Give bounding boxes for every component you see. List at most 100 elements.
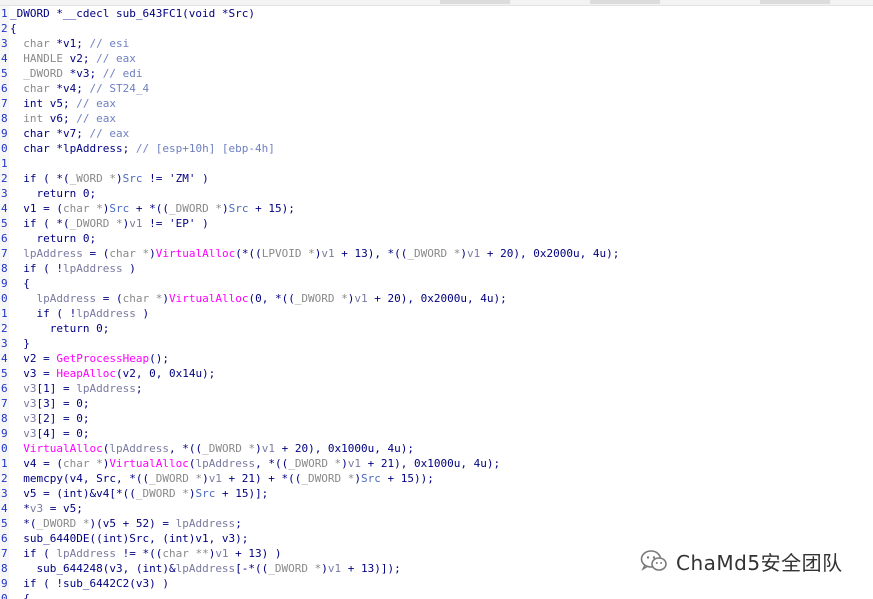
- code-token: lpAddress: [175, 517, 236, 530]
- code-token: lpAddress: [76, 307, 136, 320]
- code-line[interactable]: 0 char *lpAddress; // [esp+10h] [ebp-4h]: [0, 141, 873, 156]
- code-token: + 15)];: [215, 487, 269, 500]
- code-line[interactable]: 3 char *v1; // esi: [0, 36, 873, 51]
- code-line[interactable]: 1 v4 = (char *)VirtualAlloc(lpAddress, *…: [0, 456, 873, 471]
- code-text: if ( !lpAddress ): [10, 306, 149, 321]
- code-token: Src: [361, 472, 381, 485]
- watermark: ChaMd5安全团队: [640, 545, 843, 577]
- code-line[interactable]: 5 v3 = HeapAlloc(v2, 0, 0x14u);: [0, 366, 873, 381]
- code-text: _DWORD *__cdecl sub_643FC1(void *Src): [10, 6, 255, 21]
- code-line[interactable]: 6 char *v4; // ST24_4: [0, 81, 873, 96]
- code-token: v6;: [43, 112, 77, 125]
- code-line[interactable]: 2 return 0;: [0, 321, 873, 336]
- code-line[interactable]: 7 int v5; // eax: [0, 96, 873, 111]
- line-number: 0: [0, 441, 9, 456]
- code-line[interactable]: 3 }: [0, 336, 873, 351]
- code-token: _DWORD *: [288, 457, 342, 470]
- code-line[interactable]: 7 lpAddress = (char *)VirtualAlloc(*((LP…: [0, 246, 873, 261]
- code-token: *v4;: [49, 82, 90, 95]
- line-number: 2: [0, 471, 9, 486]
- code-line[interactable]: 8 v3[2] = 0;: [0, 411, 873, 426]
- code-token: if ( !sub_6442C2(v3) ): [10, 577, 169, 590]
- code-line[interactable]: 0 VirtualAlloc(lpAddress, *((_DWORD *)v1…: [0, 441, 873, 456]
- code-token: v1: [347, 457, 362, 470]
- code-line[interactable]: 4 *v3 = v5;: [0, 501, 873, 516]
- code-line[interactable]: 8 if ( !lpAddress ): [0, 261, 873, 276]
- code-line[interactable]: 1 _DWORD *__cdecl sub_643FC1(void *Src): [0, 6, 873, 21]
- code-text: sub_644248(v3, (int)&lpAddress[-*((_DWOR…: [10, 561, 400, 576]
- code-token: if ( *(: [10, 217, 70, 230]
- code-line[interactable]: 2 if ( *(_WORD *)Src != 'ZM' ): [0, 171, 873, 186]
- code-token: _DWORD: [23, 67, 63, 80]
- code-token: + 20), 0x2000u, 4u);: [367, 292, 507, 305]
- code-line[interactable]: 3 v5 = (int)&v4[*((_DWORD *)Src + 15)];: [0, 486, 873, 501]
- code-line[interactable]: 5 if ( *(_DWORD *)v1 != 'EP' ): [0, 216, 873, 231]
- code-token: if (: [10, 547, 57, 560]
- code-text: return 0;: [10, 231, 96, 246]
- code-token: Src: [122, 172, 143, 185]
- code-line[interactable]: 1 if ( !lpAddress ): [0, 306, 873, 321]
- line-number: 1: [0, 6, 9, 21]
- code-token: v1: [354, 292, 368, 305]
- code-token: _DWORD *: [135, 487, 189, 500]
- line-number: 8: [0, 561, 9, 576]
- code-token: v3: [10, 382, 37, 395]
- code-line[interactable]: 0 lpAddress = (char *)VirtualAlloc(0, *(…: [0, 291, 873, 306]
- code-line[interactable]: 6 sub_6440DE((int)Src, (int)v1, v3);: [0, 531, 873, 546]
- code-text: return 0;: [10, 321, 110, 336]
- code-text: if ( *(_WORD *)Src != 'ZM' ): [10, 171, 208, 186]
- code-text: _DWORD *v3; // edi: [10, 66, 142, 81]
- code-line[interactable]: 0 {: [0, 591, 873, 599]
- code-line[interactable]: 1: [0, 156, 873, 171]
- code-line[interactable]: 4 v2 = GetProcessHeap();: [0, 351, 873, 366]
- code-line[interactable]: 6 v3[1] = lpAddress;: [0, 381, 873, 396]
- code-line[interactable]: 5 *(_DWORD *)(v5 + 52) = lpAddress;: [0, 516, 873, 531]
- code-line[interactable]: 2{: [0, 21, 873, 36]
- code-line[interactable]: 3 return 0;: [0, 186, 873, 201]
- code-line[interactable]: 2 memcpy(v4, Src, *((_DWORD *)v1 + 21) +…: [0, 471, 873, 486]
- code-token: )(v5 + 52) =: [89, 517, 176, 530]
- code-token: = (: [82, 247, 110, 260]
- code-text: char *v7; // eax: [10, 126, 129, 141]
- code-token: VirtualAlloc: [23, 442, 103, 455]
- code-line[interactable]: 9 char *v7; // eax: [0, 126, 873, 141]
- code-token: memcpy(v4, Src, *((: [10, 472, 150, 485]
- code-line[interactable]: 4 v1 = (char *)Src + *((_DWORD *)Src + 1…: [0, 201, 873, 216]
- code-line[interactable]: 9 v3[4] = 0;: [0, 426, 873, 441]
- code-line[interactable]: 6 return 0;: [0, 231, 873, 246]
- line-number: 0: [0, 141, 9, 156]
- code-token: return 0;: [10, 322, 110, 335]
- code-token: // eax: [76, 97, 116, 110]
- code-text: v3[2] = 0;: [10, 411, 89, 426]
- code-token: + 13), *((: [334, 247, 408, 260]
- code-line[interactable]: 7 v3[3] = 0;: [0, 396, 873, 411]
- line-number: 6: [0, 231, 9, 246]
- code-line[interactable]: 5 _DWORD *v3; // edi: [0, 66, 873, 81]
- line-number: 4: [0, 501, 9, 516]
- code-token: ): [135, 307, 150, 320]
- code-line[interactable]: 9 {: [0, 276, 873, 291]
- line-number: 8: [0, 111, 9, 126]
- code-token: {: [10, 277, 30, 290]
- line-number: 3: [0, 36, 9, 51]
- code-token: VirtualAlloc: [109, 457, 189, 470]
- code-token: v1: [327, 562, 342, 575]
- code-token: v3: [29, 502, 44, 515]
- code-token: *v1;: [49, 37, 90, 50]
- code-text: VirtualAlloc(lpAddress, *((_DWORD *)v1 +…: [10, 441, 414, 456]
- code-line[interactable]: 8 int v6; // eax: [0, 111, 873, 126]
- code-line[interactable]: 4 HANDLE v2; // eax: [0, 51, 873, 66]
- code-line[interactable]: 9 if ( !sub_6442C2(v3) ): [0, 576, 873, 591]
- code-text: if ( *(_DWORD *)v1 != 'EP' ): [10, 216, 208, 231]
- code-token: + 15);: [248, 202, 295, 215]
- code-token: HANDLE: [23, 52, 63, 65]
- code-token: v3: [10, 427, 37, 440]
- line-number: 6: [0, 381, 9, 396]
- line-number: 6: [0, 531, 9, 546]
- pseudocode-view[interactable]: 1 _DWORD *__cdecl sub_643FC1(void *Src) 2{…: [0, 6, 873, 599]
- code-token: lpAddress: [175, 562, 236, 575]
- line-number: 3: [0, 186, 9, 201]
- tab-fragment: [590, 0, 660, 4]
- code-token: lpAddress: [10, 292, 97, 305]
